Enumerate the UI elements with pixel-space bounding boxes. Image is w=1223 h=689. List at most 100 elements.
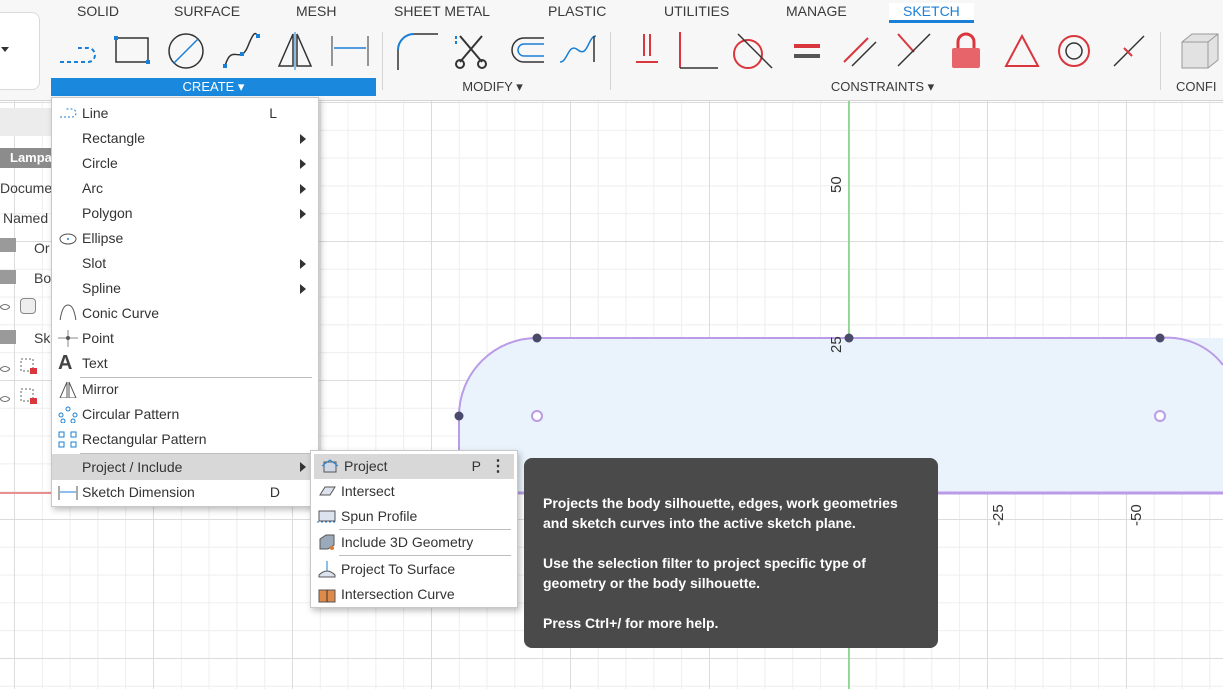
spline-tool-icon[interactable] (222, 32, 260, 70)
coincident-constraint-icon[interactable] (630, 32, 668, 70)
browser-origin[interactable]: Or (34, 240, 50, 256)
browser-bodies[interactable]: Bo (34, 270, 51, 286)
line-tool-icon[interactable] (58, 32, 96, 70)
submenu-arrow-icon (300, 209, 306, 219)
tab-surface[interactable]: SURFACE (174, 3, 240, 23)
sketch-dimension-icon[interactable] (330, 32, 369, 70)
configure-icon[interactable] (1178, 32, 1219, 70)
configure-dropdown[interactable]: CONFI (1176, 78, 1223, 96)
tab-mesh[interactable]: MESH (296, 3, 336, 23)
menu-item-circle[interactable]: Circle (52, 151, 318, 176)
triangle-constraint-icon[interactable] (1002, 32, 1040, 70)
menu-item-intersect[interactable]: Intersect (311, 479, 517, 504)
body-icon (20, 298, 36, 314)
menu-item-text[interactable]: A Text (52, 351, 318, 376)
tab-utilities[interactable]: UTILITIES (664, 3, 729, 23)
menu-item-conic-curve[interactable]: Conic Curve (52, 301, 318, 326)
submenu-arrow-icon (300, 134, 306, 144)
sketch-point (844, 333, 854, 343)
menu-item-sketch-dimension[interactable]: Sketch Dimension D (52, 480, 318, 505)
modify-dropdown[interactable]: MODIFY ▾ (430, 78, 555, 96)
equal-constraint-icon[interactable] (790, 32, 828, 70)
chevron-down-icon (1, 47, 9, 52)
menu-item-slot[interactable]: Slot (52, 251, 318, 276)
submenu-arrow-icon (300, 462, 306, 472)
create-menu: Line L Rectangle Circle Arc Polygon Elli… (51, 97, 319, 507)
project-icon (321, 459, 339, 473)
submenu-arrow-icon (300, 184, 306, 194)
constraints-dropdown[interactable]: CONSTRAINTS ▾ (800, 78, 965, 96)
eye-icon[interactable] (0, 392, 11, 406)
fillet-tool-icon[interactable] (394, 32, 438, 70)
text-icon: A (58, 352, 73, 374)
folder-icon (0, 330, 16, 344)
menu-item-project[interactable]: Project P ⋮ (314, 454, 514, 479)
parallel-constraint-icon[interactable] (840, 32, 878, 70)
workspace-switcher[interactable] (0, 12, 40, 90)
create-dropdown[interactable]: CREATE ▾ (51, 78, 376, 96)
folder-icon (0, 238, 16, 252)
blend-curve-icon[interactable] (558, 32, 597, 70)
eye-icon[interactable] (0, 300, 11, 314)
project-to-surface-icon (318, 561, 336, 578)
point-icon (58, 330, 78, 347)
rectangle-tool-icon[interactable] (112, 32, 150, 70)
circle-tool-icon[interactable] (166, 32, 204, 70)
menu-item-arc[interactable]: Arc (52, 176, 318, 201)
tab-sketch[interactable]: SKETCH (889, 3, 974, 23)
tab-plastic[interactable]: PLASTIC (548, 3, 606, 23)
tab-sheet-metal[interactable]: SHEET METAL (394, 3, 490, 23)
menu-item-point[interactable]: Point (52, 326, 318, 351)
ellipse-icon (59, 233, 77, 245)
browser-root[interactable]: Lampa (0, 148, 54, 168)
submenu-arrow-icon (300, 284, 306, 294)
menu-item-mirror[interactable]: Mirror (52, 377, 318, 402)
menu-separator (339, 555, 511, 556)
sketch-point (454, 411, 464, 421)
menu-item-project-to-surface[interactable]: Project To Surface (311, 557, 517, 582)
tab-manage[interactable]: MANAGE (786, 3, 847, 23)
axis-label-xm25: -25 (990, 504, 1007, 526)
sketch-point (532, 333, 542, 343)
browser-header (0, 108, 54, 136)
fix-constraint-icon[interactable] (948, 32, 986, 70)
axis-label-y50: 50 (828, 176, 845, 193)
project-include-submenu: Project P ⋮ Intersect Spun Profile Inclu… (310, 450, 518, 608)
midpoint-constraint-icon[interactable] (894, 32, 932, 70)
menu-item-spline[interactable]: Spline (52, 276, 318, 301)
axis-label-xm50: -50 (1128, 504, 1145, 526)
conic-curve-icon (59, 304, 77, 320)
sketch-lock-icon (20, 388, 38, 406)
sketch-lock-icon (20, 358, 38, 376)
menu-item-rectangle[interactable]: Rectangle (52, 126, 318, 151)
arc-center-point (531, 410, 543, 422)
more-options-icon[interactable]: ⋮ (490, 454, 506, 479)
mirror-tool-icon[interactable] (275, 32, 313, 70)
menu-item-intersection-curve[interactable]: Intersection Curve (311, 582, 517, 607)
intersection-curve-icon (318, 589, 336, 603)
circular-pattern-icon (58, 406, 78, 423)
menu-item-circular-pattern[interactable]: Circular Pattern (52, 402, 318, 427)
offset-tool-icon[interactable] (504, 32, 544, 70)
perpendicular-constraint-icon[interactable] (676, 32, 718, 70)
menu-item-project-include[interactable]: Project / Include (52, 454, 318, 480)
browser-named-views[interactable]: Named (3, 210, 48, 226)
trim-tool-icon[interactable] (452, 32, 490, 70)
menu-item-include-3d-geometry[interactable]: Include 3D Geometry (311, 530, 517, 555)
intersect-icon (319, 486, 336, 496)
eye-icon[interactable] (0, 362, 11, 376)
menu-item-rectangular-pattern[interactable]: Rectangular Pattern (52, 427, 318, 452)
menu-item-line[interactable]: Line L (52, 101, 318, 126)
tangent-constraint-icon[interactable] (730, 32, 773, 70)
menu-item-spun-profile[interactable]: Spun Profile (311, 504, 517, 529)
concentric-constraint-icon[interactable] (1056, 32, 1094, 70)
menu-item-ellipse[interactable]: Ellipse (52, 226, 318, 251)
tab-solid[interactable]: SOLID (77, 3, 119, 23)
symmetry-constraint-icon[interactable] (1110, 32, 1148, 70)
toolbar-separator (1160, 32, 1161, 90)
spun-profile-icon (317, 510, 337, 523)
tooltip-help: Press Ctrl+/ for more help. (543, 615, 719, 631)
browser-document-settings[interactable]: Docume (0, 180, 52, 196)
browser-sketches[interactable]: Sk (34, 330, 50, 346)
menu-item-polygon[interactable]: Polygon (52, 201, 318, 226)
